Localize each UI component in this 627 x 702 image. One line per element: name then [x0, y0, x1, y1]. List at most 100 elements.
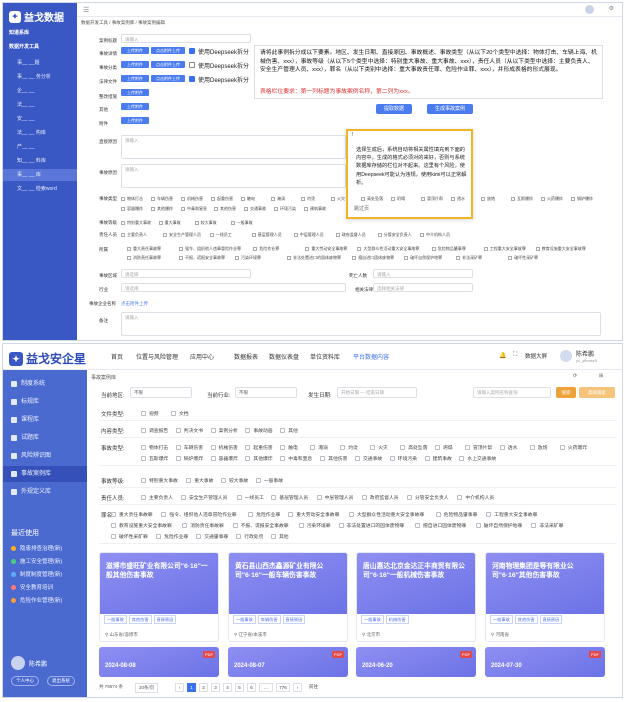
option-checkbox[interactable]: 放炮: [481, 196, 495, 202]
filter-option[interactable]: 火灾: [370, 444, 388, 451]
option-checkbox[interactable]: 环境污染: [274, 206, 296, 212]
filter-option[interactable]: 破坏性采矿罪: [111, 533, 148, 540]
nav-2[interactable]: 应用中心: [190, 352, 214, 361]
filter-option[interactable]: 其他: [280, 427, 298, 434]
case-card[interactable]: 滋博市盛旺矿业有限公司"6·16"一般其他伤害事故 一般事故 其他伤害 直接原因 ⚲ 山…: [99, 552, 219, 642]
filter-option[interactable]: 环境污染: [389, 455, 417, 462]
filter-option[interactable]: 危险作业罪: [156, 533, 188, 540]
filter-option[interactable]: 基层管理人员: [271, 494, 308, 501]
option-checkbox[interactable]: 污染环境罪: [235, 255, 261, 261]
filter-option[interactable]: 主要负责人: [141, 494, 173, 501]
summary-textarea[interactable]: 请输入: [121, 135, 346, 159]
filter-option[interactable]: 强令、组织他人违章冒险作业罪: [161, 511, 237, 518]
option-checkbox[interactable]: 重大劳动安全事故罪: [305, 246, 347, 252]
notification-icon[interactable]: 🔔: [499, 352, 506, 359]
sidebar-item-5[interactable]: 法__ __: [3, 99, 77, 111]
filter-option[interactable]: 擅自进口固体废物罪: [415, 522, 466, 529]
case-card[interactable]: PDF 2024-06-20: [356, 647, 476, 677]
option-checkbox[interactable]: 火灾: [331, 196, 345, 202]
option-checkbox[interactable]: 危险物品肇事罪: [431, 246, 466, 252]
option-checkbox[interactable]: 主要负责人: [121, 232, 147, 238]
filter-option[interactable]: 中层管理人员: [316, 494, 353, 501]
extract-data-button[interactable]: 提取数据: [376, 104, 412, 114]
filter-option[interactable]: 坍塌: [435, 444, 453, 451]
death-count-input[interactable]: 请输入: [373, 269, 473, 278]
filter-option[interactable]: 透水: [499, 444, 517, 451]
filter-option[interactable]: 重大责任事故罪: [111, 511, 153, 518]
filter-option[interactable]: 案例分析: [210, 427, 238, 434]
option-checkbox[interactable]: 破坏性采矿罪: [508, 255, 538, 261]
filter-option[interactable]: 危险物品肇事罪: [435, 511, 477, 518]
sidebar-item-4[interactable]: 风险辨识图: [3, 448, 87, 464]
nav-5[interactable]: 单位资料库: [310, 352, 340, 361]
sidebar-item-10[interactable]: 事__ __ 库: [3, 169, 77, 181]
big-screen-link[interactable]: 数据大屏: [525, 352, 547, 360]
filter-option[interactable]: 行政处罚: [236, 533, 263, 540]
filter-option[interactable]: 中毒和窒息: [280, 455, 312, 462]
option-checkbox[interactable]: 其他爆炸: [151, 206, 173, 212]
settings-icon[interactable]: ⚙: [609, 5, 614, 12]
upload-button[interactable]: 上传附件: [121, 75, 149, 82]
nav-0[interactable]: 首页: [111, 352, 123, 361]
profile-button[interactable]: 个人中心: [11, 676, 39, 686]
sidebar-item-2[interactable]: 课程库: [3, 412, 87, 428]
filter-option[interactable]: 非法采矿罪: [531, 522, 563, 529]
filter-option[interactable]: 建筑事故: [424, 455, 452, 462]
menu-toggle-icon[interactable]: ☰: [83, 6, 89, 14]
filter-option[interactable]: 重大劳动安全事故罪: [288, 511, 339, 518]
filter-option[interactable]: 判决文书: [175, 427, 203, 434]
cause-textarea[interactable]: 请输入: [121, 164, 346, 188]
filter-option[interactable]: 起重伤害: [245, 444, 273, 451]
date-range-picker[interactable]: 开始日期 — 结束日期: [337, 387, 417, 398]
filter-option[interactable]: 较大事故: [221, 477, 248, 484]
upload-button[interactable]: 上传附件: [121, 89, 149, 96]
upload-button[interactable]: 上传附件: [121, 117, 149, 124]
recent-item[interactable]: 隐患排查治理(新): [11, 544, 62, 552]
filter-option[interactable]: 一般事故: [255, 477, 283, 484]
filter-option[interactable]: 中介机构人员: [457, 494, 494, 501]
sidebar-item-6[interactable]: 外规定义库: [3, 484, 87, 500]
filter-option[interactable]: 物体打击: [141, 444, 168, 451]
filter-option[interactable]: 触电: [280, 444, 298, 451]
option-checkbox[interactable]: 擅自进口固体废物罪: [352, 255, 394, 261]
sidebar-item-3[interactable]: 事__ __ 务分析: [3, 71, 77, 83]
case-card[interactable]: 黄石县山西杰鑫源矿业有限公司"6·16"一般车辆伤害事故 一般事故 车辆伤害 直接原因…: [228, 552, 348, 642]
option-checkbox[interactable]: 建筑事故: [304, 206, 326, 212]
filter-option[interactable]: 冒顶片帮: [465, 444, 492, 451]
page-button[interactable]: 6: [247, 683, 256, 692]
option-checkbox[interactable]: 锅炉爆炸: [571, 196, 593, 202]
filter-option[interactable]: 交通肇事罪: [196, 533, 228, 540]
per-page-select[interactable]: 20条/页: [135, 683, 159, 693]
recent-item[interactable]: 施工安全管理(新): [11, 557, 62, 565]
sidebar-item-8[interactable]: 产__ __: [3, 141, 77, 153]
filter-option[interactable]: 分管安全负责人: [407, 494, 449, 501]
sidebar-item-0[interactable]: 知道系库: [3, 27, 77, 39]
filter-option[interactable]: 其他爆炸: [245, 455, 273, 462]
filter-option[interactable]: 水上交通事故: [459, 455, 496, 462]
sidebar-item-1[interactable]: 标规库: [3, 394, 87, 410]
filter-option[interactable]: 大型群众性活动重大安全事故罪: [349, 511, 424, 518]
filter-option[interactable]: 瓦斯爆炸: [141, 455, 168, 462]
sidebar-item-4[interactable]: 企__ __: [3, 85, 77, 97]
case-card[interactable]: PDF 2024-07-30: [485, 647, 605, 677]
filter-option[interactable]: 放炮: [529, 444, 547, 451]
option-checkbox[interactable]: 淹溺: [271, 196, 285, 202]
nav-3[interactable]: 数据报表: [234, 352, 258, 361]
industry-filter-select[interactable]: 不限: [235, 387, 297, 398]
option-checkbox[interactable]: 工程重大安全事故罪: [483, 246, 526, 252]
option-checkbox[interactable]: 强令、组织他人违章冒险作业罪: [179, 246, 241, 252]
filter-option[interactable]: 交通事故: [355, 455, 382, 462]
option-checkbox[interactable]: 分管安全负责人: [377, 232, 412, 238]
filter-option[interactable]: 其他: [271, 533, 289, 540]
generate-case-button[interactable]: 生成事故案例: [427, 104, 473, 114]
filter-option[interactable]: 教育设施重大安全事故罪: [111, 522, 172, 529]
page-button[interactable]: 4: [223, 683, 232, 692]
filter-option[interactable]: 不报、谎报安全事故罪: [232, 522, 289, 529]
recent-item[interactable]: 制度制度管理(新): [11, 570, 62, 578]
option-checkbox[interactable]: 灼烫: [301, 196, 315, 202]
option-checkbox[interactable]: 安全生产管理人员: [163, 232, 201, 238]
option-checkbox[interactable]: 交通事故: [244, 206, 266, 212]
option-checkbox[interactable]: 非法采矿罪: [456, 255, 482, 261]
option-checkbox[interactable]: 特别重大事故: [121, 220, 151, 226]
option-checkbox[interactable]: 一线员工: [209, 232, 232, 238]
